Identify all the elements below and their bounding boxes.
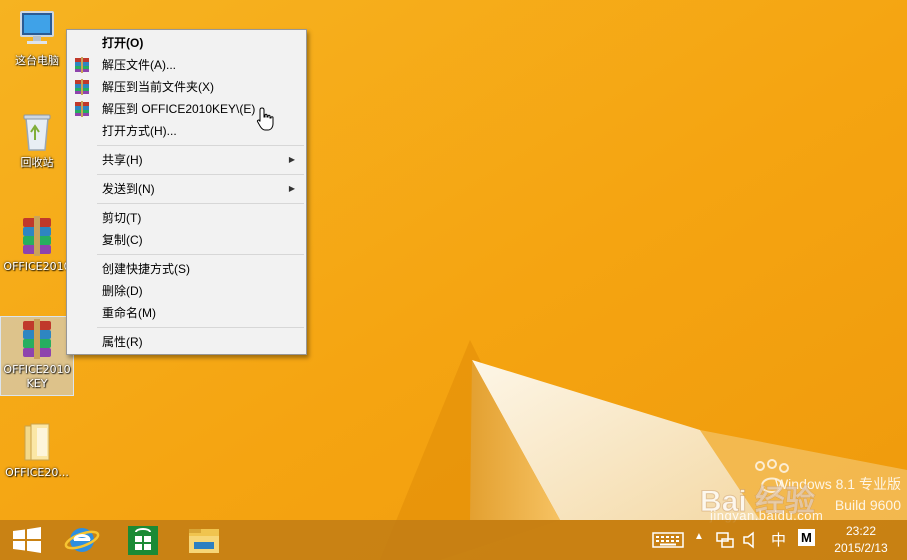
menu-separator: [97, 254, 304, 255]
menu-item-open[interactable]: 打开(O): [69, 32, 304, 54]
hand-cursor-icon: [256, 107, 274, 131]
menu-item-share[interactable]: 共享(H) ▶: [69, 149, 304, 171]
file-explorer-icon: [189, 529, 219, 553]
ime-language-indicator[interactable]: 中: [771, 529, 786, 550]
touch-keyboard-icon[interactable]: [652, 531, 684, 549]
clock-time: 23:22: [845, 524, 877, 538]
menu-item-delete[interactable]: 删除(D): [69, 280, 304, 302]
desktop-icon-label: OFFICE2010 KEY: [3, 363, 71, 390]
desktop-icon-recycle-bin[interactable]: 回收站: [0, 110, 74, 170]
folder-icon: [13, 420, 61, 464]
windows-store-icon: [128, 526, 158, 555]
taskbar: ▲ 中 M 23:22 2015/2/13: [0, 520, 907, 560]
desktop-icon-office20-folder[interactable]: OFFICE20...: [0, 420, 74, 480]
menu-item-copy[interactable]: 复制(C): [69, 229, 304, 251]
desktop-icon-label: 这台电脑: [15, 54, 59, 67]
baidu-jingyan-logo: Bai 经验 jingyan.baidu.com: [699, 458, 907, 523]
winrar-icon: [75, 101, 89, 117]
winrar-archive-icon: [13, 317, 61, 361]
menu-item-send-to[interactable]: 发送到(N) ▶: [69, 178, 304, 200]
menu-item-extract-here[interactable]: 解压到当前文件夹(X): [69, 76, 304, 98]
desktop-icon-label: OFFICE20...: [5, 466, 69, 479]
clock[interactable]: 23:22 2015/2/13: [826, 523, 896, 557]
desktop-icon-this-pc[interactable]: 这台电脑: [0, 8, 74, 68]
winrar-icon: [75, 57, 89, 73]
volume-icon[interactable]: [742, 530, 760, 550]
chevron-right-icon: ▶: [288, 184, 295, 193]
taskbar-internet-explorer[interactable]: [56, 520, 112, 560]
taskbar-windows-store[interactable]: [115, 520, 171, 560]
recycle-bin-icon: [13, 110, 61, 154]
context-menu: 打开(O) 解压文件(A)... 解压到当前文件夹(X) 解压到 OFFICE2…: [66, 29, 307, 355]
network-icon[interactable]: [715, 530, 735, 550]
desktop-icon-label: 回收站: [20, 156, 54, 169]
menu-item-rename[interactable]: 重命名(M): [69, 302, 304, 324]
menu-separator: [97, 145, 304, 146]
internet-explorer-icon: [64, 528, 100, 552]
desktop-icon-office2010[interactable]: OFFICE2010: [0, 214, 74, 274]
menu-separator: [97, 203, 304, 204]
desktop-icon-label: OFFICE2010: [3, 260, 71, 273]
desktop-icon-office2010-key[interactable]: OFFICE2010 KEY: [0, 316, 74, 396]
menu-item-extract-files[interactable]: 解压文件(A)...: [69, 54, 304, 76]
menu-item-cut[interactable]: 剪切(T): [69, 207, 304, 229]
menu-item-create-shortcut[interactable]: 创建快捷方式(S): [69, 258, 304, 280]
menu-item-properties[interactable]: 属性(R): [69, 331, 304, 353]
windows-logo-icon: [13, 527, 41, 553]
menu-separator: [97, 327, 304, 328]
ime-mode-indicator[interactable]: M: [798, 529, 815, 546]
winrar-icon: [75, 79, 89, 95]
taskbar-file-explorer[interactable]: [176, 520, 232, 560]
menu-separator: [97, 174, 304, 175]
winrar-archive-icon: [13, 214, 61, 258]
clock-date: 2015/2/13: [834, 541, 888, 555]
computer-icon: [13, 8, 61, 52]
start-button[interactable]: [0, 520, 56, 560]
chevron-right-icon: ▶: [288, 155, 295, 164]
show-hidden-icons-chevron-up-icon[interactable]: ▲: [694, 531, 704, 542]
